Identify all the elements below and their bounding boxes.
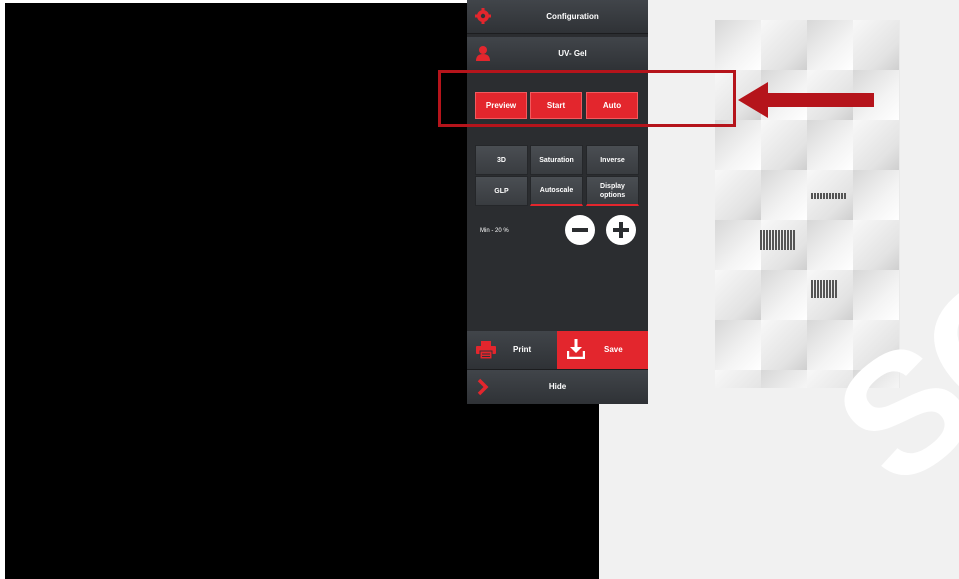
save-label: Save <box>604 345 623 354</box>
printer-icon <box>476 341 496 359</box>
gel-band-thumbnail <box>760 230 795 250</box>
user-icon <box>476 46 490 61</box>
saturation-button[interactable]: Saturation <box>530 145 583 175</box>
hide-label: Hide <box>548 382 567 391</box>
annotation-highlight-box <box>438 70 736 127</box>
autoscale-button[interactable]: Autoscale <box>530 176 583 206</box>
configuration-label: Configuration <box>546 12 599 21</box>
inverse-button[interactable]: Inverse <box>586 145 639 175</box>
save-button[interactable]: Save <box>557 331 648 369</box>
profile-bar[interactable]: UV- Gel <box>467 37 648 71</box>
display-options-button[interactable]: Display options <box>586 176 639 206</box>
minus-circle-icon[interactable] <box>565 215 595 245</box>
plus-circle-icon[interactable] <box>606 215 636 245</box>
gear-icon <box>475 8 491 24</box>
3d-button[interactable]: 3D <box>475 145 528 175</box>
download-icon <box>567 339 585 359</box>
gel-band-thumbnail <box>811 193 846 199</box>
hide-bar[interactable]: Hide <box>467 369 648 404</box>
glp-button[interactable]: GLP <box>475 176 528 206</box>
profile-label: UV- Gel <box>558 49 587 58</box>
gel-band-thumbnail <box>811 280 837 298</box>
print-label: Print <box>513 345 532 354</box>
min-value-label: Min - 20 % <box>480 228 509 234</box>
annotation-arrow-icon <box>738 82 874 118</box>
print-button[interactable]: Print <box>467 331 557 369</box>
configuration-bar[interactable]: Configuration <box>467 0 648 34</box>
